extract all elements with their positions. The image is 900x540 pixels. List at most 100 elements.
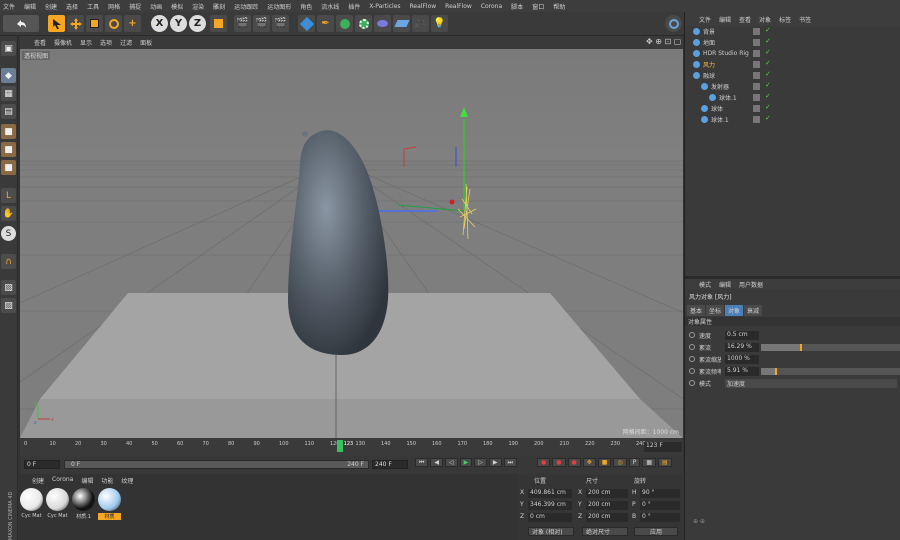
light-icon[interactable]: 💡 bbox=[431, 15, 448, 32]
viewport-menu-item[interactable]: 选项 bbox=[100, 38, 112, 47]
key-rotation-icon[interactable]: ◎ bbox=[613, 458, 627, 467]
attribute-tab[interactable]: 坐标 bbox=[706, 305, 725, 316]
render-view-icon[interactable]: 🎬 bbox=[234, 15, 251, 32]
menu-item[interactable]: 运动跟踪 bbox=[234, 2, 258, 11]
object-manager-menu-item[interactable]: 查看 bbox=[739, 15, 751, 24]
rotate-icon[interactable] bbox=[105, 15, 122, 32]
material-tab[interactable]: Corona bbox=[52, 476, 73, 485]
visibility-toggle-icon[interactable] bbox=[753, 50, 760, 57]
attribute-tab[interactable]: 对象 bbox=[725, 305, 744, 316]
keyframe-selection-icon[interactable]: ● bbox=[567, 458, 581, 467]
record-icon[interactable]: ● bbox=[537, 458, 551, 467]
make-editable-icon[interactable]: ▣ bbox=[1, 41, 16, 56]
next-key-icon[interactable]: ▶ bbox=[488, 458, 502, 467]
enable-check-icon[interactable]: ✓ bbox=[765, 26, 771, 34]
workplane-icon[interactable]: ▤ bbox=[1, 104, 16, 119]
attribute-tab[interactable]: 衰减 bbox=[744, 305, 763, 316]
deformer-icon[interactable] bbox=[374, 15, 391, 32]
object-row[interactable]: 背景 ✓ bbox=[685, 26, 900, 37]
scale-icon[interactable] bbox=[86, 15, 103, 32]
property-slider-handle[interactable] bbox=[775, 368, 778, 375]
coordinate-system-icon[interactable] bbox=[210, 15, 227, 32]
viewport-menu-item[interactable]: 显示 bbox=[80, 38, 92, 47]
menu-item[interactable]: RealFlow bbox=[410, 3, 437, 10]
coord-size-field[interactable]: 200 cm bbox=[586, 489, 628, 498]
menu-item[interactable]: 流水线 bbox=[321, 2, 339, 11]
coord-rot-field[interactable]: 0 ° bbox=[640, 513, 680, 522]
object-row[interactable]: 发射器 ✓ bbox=[685, 81, 900, 92]
attribute-menu-item[interactable]: 用户数据 bbox=[739, 280, 763, 289]
model-mode-icon[interactable]: ◆ bbox=[1, 68, 16, 83]
attribute-tab[interactable]: 基本 bbox=[687, 305, 706, 316]
menu-item[interactable]: 创建 bbox=[45, 2, 57, 11]
visibility-toggle-icon[interactable] bbox=[753, 39, 760, 46]
menu-item[interactable]: 模拟 bbox=[171, 2, 183, 11]
object-row[interactable]: 球体.1 ✓ bbox=[685, 114, 900, 125]
key-scale-icon[interactable]: ■ bbox=[597, 458, 612, 467]
property-value-field[interactable]: 5.91 % bbox=[725, 367, 759, 376]
material-tab[interactable]: 编辑 bbox=[81, 476, 93, 485]
menu-item[interactable]: 运动图形 bbox=[267, 2, 291, 11]
range-slider[interactable]: 0 F 240 F bbox=[64, 460, 369, 469]
menu-item[interactable]: X-Particles bbox=[369, 3, 400, 10]
magnet-icon[interactable]: ∩ bbox=[1, 254, 16, 269]
object-row[interactable]: HDR Studio Rig ✓ bbox=[685, 48, 900, 59]
x-axis-icon[interactable]: X bbox=[151, 15, 168, 32]
enable-check-icon[interactable]: ✓ bbox=[765, 92, 771, 100]
next-frame-icon[interactable]: ▷ bbox=[474, 458, 487, 467]
menu-item[interactable]: Corona bbox=[481, 3, 502, 10]
key-param-icon[interactable]: P bbox=[628, 458, 641, 467]
points-mode-icon[interactable]: ■ bbox=[1, 124, 16, 139]
prev-key-icon[interactable]: ◀ bbox=[430, 458, 444, 467]
object-manager-menu-item[interactable]: 标签 bbox=[779, 15, 791, 24]
camera-icon[interactable]: 🎥 bbox=[412, 15, 429, 32]
coord-pos-field[interactable]: 346.399 cm bbox=[528, 501, 572, 510]
polygons-mode-icon[interactable]: ■ bbox=[1, 160, 16, 175]
viewport-layout-icon[interactable] bbox=[665, 15, 682, 32]
prev-frame-icon[interactable]: ◁ bbox=[445, 458, 458, 467]
go-to-start-icon[interactable]: ⏮ bbox=[415, 458, 429, 467]
cube-icon[interactable] bbox=[298, 15, 315, 32]
apply-button[interactable]: 应用 bbox=[634, 527, 678, 536]
menu-item[interactable]: 角色 bbox=[300, 2, 312, 11]
axis-mode-icon[interactable]: L bbox=[1, 188, 16, 203]
viewport-nav-icons[interactable]: ✥ ⊕ ⊡ ▢ bbox=[646, 37, 681, 46]
timeline-window-icon[interactable]: ▤ bbox=[658, 458, 672, 467]
object-manager-menu-item[interactable]: 书签 bbox=[799, 15, 811, 24]
visibility-toggle-icon[interactable] bbox=[753, 28, 760, 35]
end-frame-field[interactable]: 240 F bbox=[372, 460, 408, 469]
menu-item[interactable]: 脚本 bbox=[511, 2, 523, 11]
playhead[interactable] bbox=[336, 440, 343, 452]
material-swatch[interactable]: Cyc Mat bbox=[20, 488, 43, 528]
lock-workplane-icon[interactable]: ▧ bbox=[1, 280, 16, 295]
move-icon[interactable] bbox=[67, 15, 84, 32]
coord-size-field[interactable]: 200 cm bbox=[586, 513, 628, 522]
visibility-toggle-icon[interactable] bbox=[753, 94, 760, 101]
viewport-menu-item[interactable]: 查看 bbox=[34, 38, 46, 47]
size-mode-select[interactable]: 绝对尺寸 bbox=[582, 527, 628, 536]
property-slider-handle[interactable] bbox=[799, 344, 802, 351]
menu-item[interactable]: 雕刻 bbox=[213, 2, 225, 11]
go-to-end-icon[interactable]: ⏭ bbox=[503, 458, 517, 467]
enable-check-icon[interactable]: ✓ bbox=[765, 48, 771, 56]
property-value-field[interactable]: 16.29 % bbox=[725, 343, 759, 352]
coord-pos-field[interactable]: 0 cm bbox=[528, 513, 572, 522]
select-arrow-icon[interactable] bbox=[48, 15, 65, 32]
viewport-menu-item[interactable]: 面板 bbox=[140, 38, 152, 47]
coord-size-field[interactable]: 200 cm bbox=[586, 501, 628, 510]
key-position-icon[interactable]: ✥ bbox=[582, 458, 596, 467]
property-value-field[interactable]: 0.5 cm bbox=[725, 331, 759, 340]
enable-check-icon[interactable]: ✓ bbox=[765, 59, 771, 67]
object-row[interactable]: 风力 ✓ bbox=[685, 59, 900, 70]
coord-pos-field[interactable]: 409.861 cm bbox=[528, 489, 572, 498]
menu-item[interactable]: 文件 bbox=[3, 2, 15, 11]
render-settings-icon[interactable]: 🎬 bbox=[272, 15, 289, 32]
animate-dot-icon[interactable] bbox=[689, 332, 695, 338]
object-row[interactable]: 融球 ✓ bbox=[685, 70, 900, 81]
key-pla-icon[interactable]: ▦ bbox=[642, 458, 656, 467]
material-swatch[interactable]: Cyc Mat bbox=[46, 488, 69, 528]
enable-check-icon[interactable]: ✓ bbox=[765, 70, 771, 78]
visibility-toggle-icon[interactable] bbox=[753, 72, 760, 79]
render-picture-viewer-icon[interactable]: 🎬 bbox=[253, 15, 270, 32]
menu-item[interactable]: 编辑 bbox=[24, 2, 36, 11]
